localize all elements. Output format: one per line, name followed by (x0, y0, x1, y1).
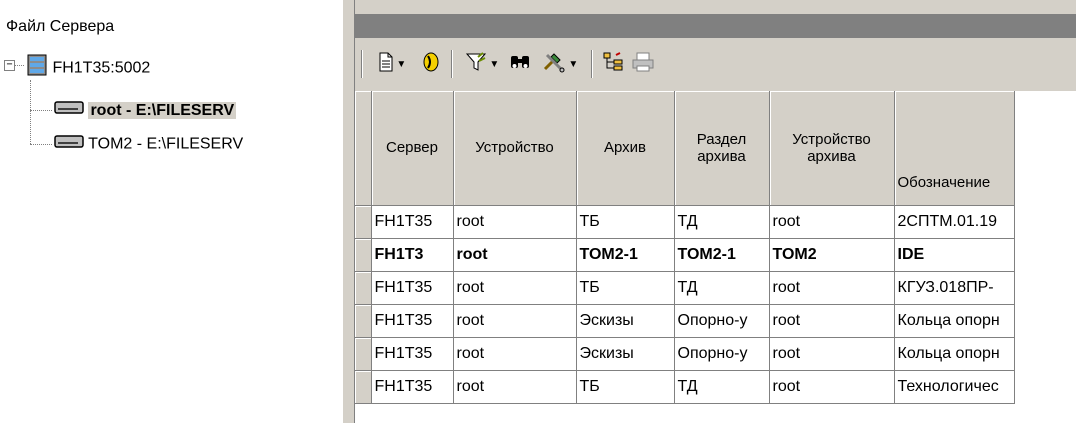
panel-title-bar (355, 14, 1076, 38)
tree-node-volume-tom2[interactable]: TOM2 - E:\FILESERV (54, 133, 243, 155)
tree-node-server[interactable]: FH1T35:5002 (26, 54, 151, 77)
cell-archive-section[interactable]: Опорно-у (674, 337, 770, 371)
toolbar-separator (451, 50, 453, 78)
row-indicator[interactable] (355, 271, 372, 305)
cell-server[interactable]: FH1T3 (371, 238, 454, 272)
filter-button[interactable]: ▼ (459, 50, 505, 78)
database-server-icon (26, 54, 48, 83)
printer-icon (631, 51, 655, 78)
row-indicator[interactable] (355, 337, 372, 371)
cell-designation[interactable]: КГУЗ.018ПР- (894, 271, 1015, 305)
tools-icon (542, 51, 566, 78)
table-row[interactable]: FH1T3 root TOM2-1 TOM2-1 TOM2 IDE (355, 238, 1015, 272)
volume-label: TOM2 - E:\FILESERV (88, 135, 244, 153)
toolbar-grip (361, 50, 363, 78)
table-row[interactable]: FH1T35 root Эскизы Опорно-у root Кольца опорн (355, 304, 1015, 338)
cell-archive-section[interactable]: ТД (674, 271, 770, 305)
row-indicator[interactable] (355, 370, 372, 404)
column-header-archive-section[interactable]: Раздел архива (674, 91, 770, 206)
table-row[interactable]: FH1T35 root ТБ ТД root Технологичес (355, 370, 1015, 404)
collapse-toggle-icon[interactable]: − (4, 60, 15, 71)
disk-drive-icon (54, 99, 84, 122)
cell-archive-section[interactable]: TOM2-1 (674, 238, 770, 272)
find-button[interactable] (507, 50, 533, 78)
cell-server[interactable]: FH1T35 (371, 271, 454, 305)
cell-archive[interactable]: ТБ (576, 370, 675, 404)
cell-server[interactable]: FH1T35 (371, 370, 454, 404)
cell-device[interactable]: root (453, 271, 577, 305)
row-indicator[interactable] (355, 238, 372, 272)
column-header-device[interactable]: Устройство (453, 91, 577, 206)
cell-archive-device[interactable]: root (769, 304, 895, 338)
bookmark-icon (422, 51, 440, 78)
cell-archive[interactable]: ТБ (576, 205, 675, 239)
table-row[interactable]: FH1T35 root Эскизы Опорно-у root Кольца опорн (355, 337, 1015, 371)
cell-device[interactable]: root (453, 304, 577, 338)
panel-splitter[interactable] (342, 0, 355, 423)
column-header-designation[interactable]: Обозначение (894, 91, 1015, 206)
dropdown-arrow-icon[interactable]: ▼ (487, 59, 499, 70)
cell-designation[interactable]: Кольца опорн (894, 337, 1015, 371)
cell-device[interactable]: root (453, 337, 577, 371)
cell-archive-section[interactable]: ТД (674, 205, 770, 239)
cell-archive-device[interactable]: root (769, 337, 895, 371)
file-list-panel: ▼ ▼ ▼ Сервер Устройство Архив Раздел арх… (355, 0, 1076, 423)
tree-header: Файл Сервера (6, 18, 115, 35)
toolbar: ▼ ▼ ▼ (355, 42, 1076, 86)
tree-node-volume-root[interactable]: root - E:\FILESERV (54, 99, 237, 122)
cell-archive-section[interactable]: Опорно-у (674, 304, 770, 338)
cell-archive-device[interactable]: TOM2 (769, 238, 895, 272)
cell-server[interactable]: FH1T35 (371, 304, 454, 338)
row-indicator[interactable] (355, 304, 372, 338)
disk-drive-icon (54, 133, 84, 156)
cell-archive[interactable]: TOM2-1 (576, 238, 675, 272)
cell-designation[interactable]: Технологичес (894, 370, 1015, 404)
cell-archive[interactable]: Эскизы (576, 337, 675, 371)
cell-designation[interactable]: IDE (894, 238, 1015, 272)
cell-archive-device[interactable]: root (769, 370, 895, 404)
document-icon (378, 52, 394, 77)
tree-line (14, 65, 24, 66)
cell-archive-section[interactable]: ТД (674, 370, 770, 404)
cell-designation[interactable]: 2СПТМ.01.19 (894, 205, 1015, 239)
tools-button[interactable]: ▼ (535, 50, 585, 78)
cell-archive-device[interactable]: root (769, 271, 895, 305)
mark-button[interactable] (417, 50, 445, 78)
cell-designation[interactable]: Кольца опорн (894, 304, 1015, 338)
dropdown-arrow-icon[interactable]: ▼ (394, 59, 406, 70)
cell-device[interactable]: root (453, 238, 577, 272)
column-header-archive[interactable]: Архив (576, 91, 675, 206)
cell-archive-device[interactable]: root (769, 205, 895, 239)
column-header-server[interactable]: Сервер (371, 91, 454, 206)
row-indicator-header (355, 91, 372, 206)
print-button[interactable] (629, 50, 657, 78)
volume-label: root - E:\FILESERV (88, 101, 237, 119)
structure-button[interactable] (599, 50, 627, 78)
filter-icon (465, 51, 487, 78)
tree-structure-icon (602, 51, 624, 78)
server-label: FH1T35:5002 (52, 59, 151, 77)
cell-archive[interactable]: ТБ (576, 271, 675, 305)
cell-server[interactable]: FH1T35 (371, 337, 454, 371)
column-header-archive-device[interactable]: Устройство архива (769, 91, 895, 206)
cell-device[interactable]: root (453, 205, 577, 239)
tree-line (30, 110, 52, 111)
dropdown-arrow-icon[interactable]: ▼ (566, 59, 578, 70)
tree-line (30, 144, 52, 145)
new-document-button[interactable]: ▼ (369, 50, 415, 78)
tree-line (30, 80, 31, 144)
binoculars-icon (509, 52, 531, 77)
file-tree-panel: Файл Сервера − FH1T35:5002 root - E:\FIL… (0, 0, 342, 423)
toolbar-separator (591, 50, 593, 78)
table-row[interactable]: FH1T35 root ТБ ТД root КГУЗ.018ПР- (355, 271, 1015, 305)
table-row[interactable]: FH1T35 root ТБ ТД root 2СПТМ.01.19 (355, 205, 1015, 239)
cell-device[interactable]: root (453, 370, 577, 404)
cell-archive[interactable]: Эскизы (576, 304, 675, 338)
cell-server[interactable]: FH1T35 (371, 205, 454, 239)
file-grid: Сервер Устройство Архив Раздел архива Ус… (355, 91, 1076, 423)
row-indicator[interactable] (355, 205, 372, 239)
